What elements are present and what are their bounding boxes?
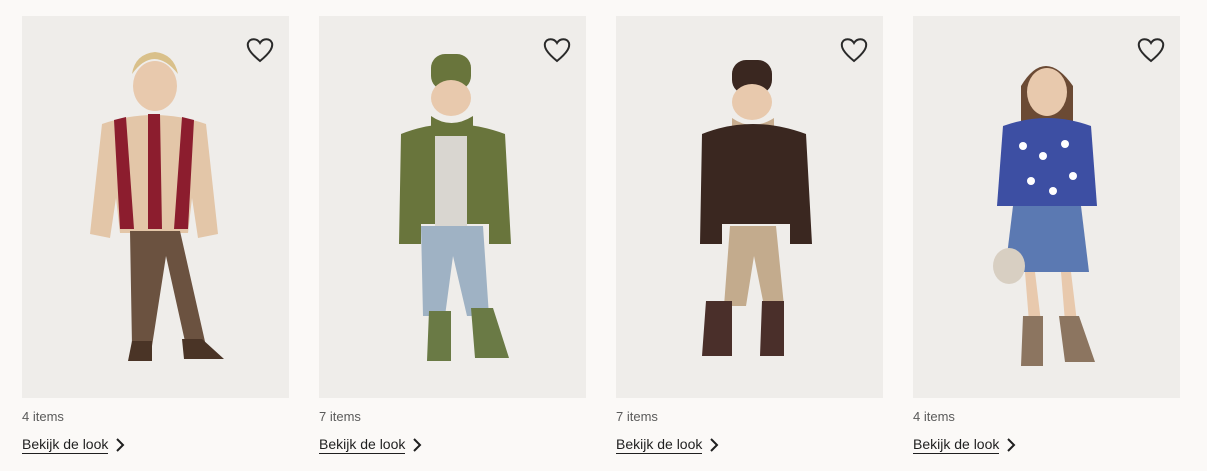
look-photo[interactable] [616, 16, 883, 398]
chevron-right-icon [1007, 438, 1016, 452]
view-look-link[interactable]: Bekijk de look [913, 436, 1017, 454]
look-card[interactable]: 7 items Bekijk de look [616, 16, 883, 454]
look-photo[interactable] [319, 16, 586, 398]
look-photo[interactable] [913, 16, 1180, 398]
favorite-heart-icon[interactable] [245, 36, 275, 64]
chevron-right-icon [710, 438, 719, 452]
view-look-link[interactable]: Bekijk de look [319, 436, 423, 454]
item-count: 4 items [913, 409, 955, 424]
chevron-right-icon [413, 438, 422, 452]
favorite-heart-icon[interactable] [1136, 36, 1166, 64]
item-count: 4 items [22, 409, 64, 424]
favorite-heart-icon[interactable] [542, 36, 572, 64]
look-card[interactable]: 4 items Bekijk de look [913, 16, 1180, 454]
favorite-heart-icon[interactable] [839, 36, 869, 64]
look-image [399, 54, 511, 361]
view-look-link[interactable]: Bekijk de look [22, 436, 126, 454]
view-look-label: Bekijk de look [22, 436, 109, 454]
view-look-label: Bekijk de look [913, 436, 1000, 454]
view-look-link[interactable]: Bekijk de look [616, 436, 720, 454]
view-look-label: Bekijk de look [616, 436, 703, 454]
look-image [700, 60, 812, 356]
look-photo[interactable] [22, 16, 289, 398]
item-count: 7 items [616, 409, 658, 424]
view-look-label: Bekijk de look [319, 436, 406, 454]
look-image [90, 52, 224, 361]
look-image [993, 66, 1097, 366]
chevron-right-icon [116, 438, 125, 452]
item-count: 7 items [319, 409, 361, 424]
look-card[interactable]: 7 items Bekijk de look [319, 16, 586, 454]
looks-grid: 4 items Bekijk de look 7 items Bekijk de… [22, 16, 1180, 454]
look-card[interactable]: 4 items Bekijk de look [22, 16, 289, 454]
